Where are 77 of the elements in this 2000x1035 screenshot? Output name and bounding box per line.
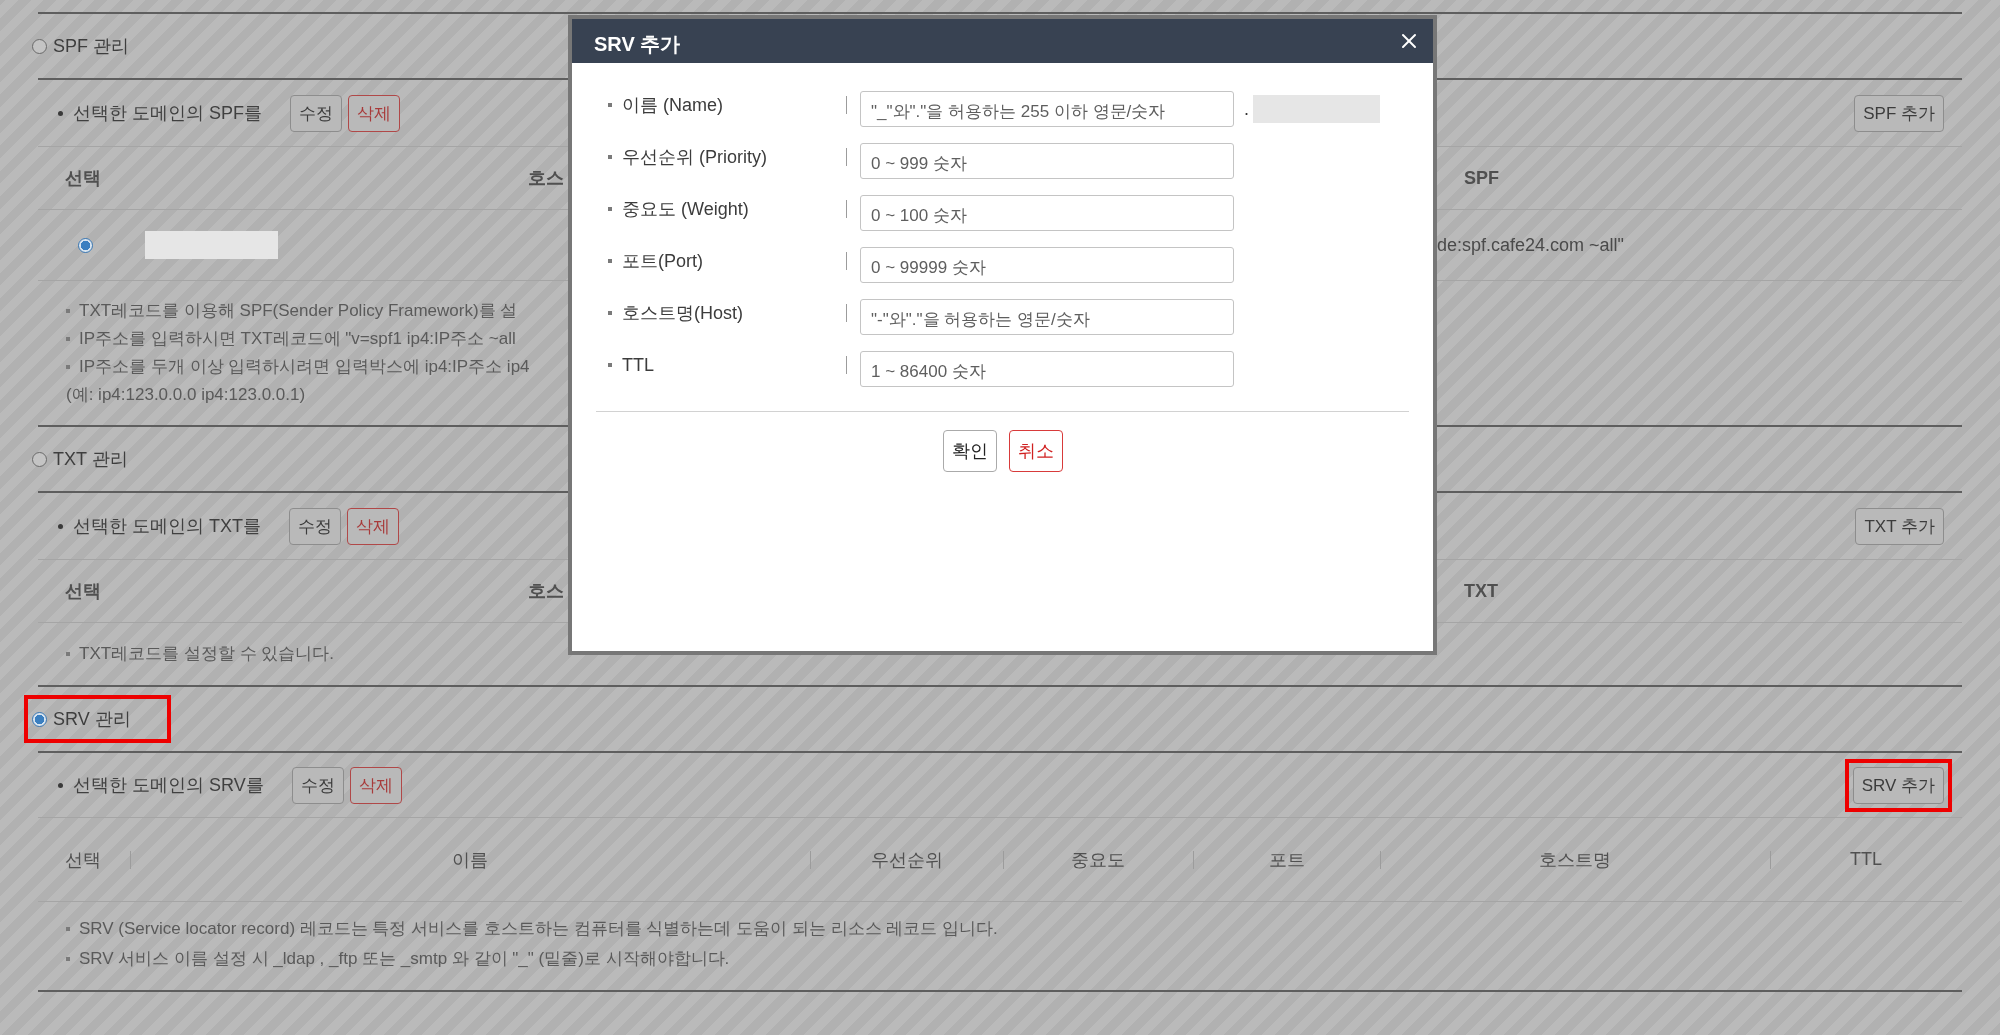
column-header: TTL	[1850, 849, 1882, 870]
add-button[interactable]: SRV 추가	[1852, 766, 1944, 804]
column-header: 선택	[64, 167, 101, 190]
input-field[interactable]: 0 ~ 100 숫자	[860, 195, 1234, 231]
column-header: 호스	[527, 580, 564, 603]
toolbar-caption: 선택한 도메인의 SRV를	[73, 774, 264, 797]
note-text: TXT레코드를 이용해 SPF(Sender Policy Framework)를 설	[79, 300, 518, 322]
bullet-icon	[608, 311, 612, 315]
edit-button[interactable]: 수정	[289, 507, 341, 545]
edit-button[interactable]: 수정	[291, 766, 344, 804]
field-label: 호스트명(Host)	[622, 302, 743, 325]
bullet-icon	[608, 207, 612, 211]
label-divider	[846, 356, 847, 374]
column-header: SPF	[1463, 167, 1499, 189]
bullet-icon	[58, 110, 63, 116]
column-header: 호스	[527, 167, 564, 190]
section-title: SRV 관리	[53, 708, 131, 731]
column-header: 선택	[64, 580, 101, 603]
delete-button[interactable]: 삭제	[349, 766, 402, 804]
input-field[interactable]: 0 ~ 99999 숫자	[860, 247, 1234, 283]
bullet-icon	[66, 652, 70, 656]
input-field[interactable]: 1 ~ 86400 숫자	[860, 351, 1234, 387]
label-divider	[846, 96, 847, 114]
input-field[interactable]: "_"와"."을 허용하는 255 이하 영문/숫자	[860, 91, 1234, 127]
note-text: (예: ip4:123.0.0.0 ip4:123.0.0.1)	[66, 384, 306, 406]
bullet-icon	[66, 365, 70, 369]
toolbar-caption: 선택한 도메인의 TXT를	[73, 515, 261, 538]
bullet-icon	[66, 957, 70, 961]
cancel-button[interactable]: 취소	[1008, 430, 1063, 472]
column-header: TXT	[1463, 580, 1498, 602]
note-text: IP주소를 입력하시면 TXT레코드에 "v=spf1 ip4:IP주소 ~all	[79, 328, 516, 350]
radio-button[interactable]	[32, 451, 47, 467]
field-label: 포트(Port)	[622, 250, 703, 273]
column-header: 이름	[452, 848, 488, 872]
column-header: 포트	[1268, 848, 1305, 872]
column-header: 중요도	[1071, 848, 1125, 872]
table-cell-text: de:spf.cafe24.com ~all"	[1437, 234, 1625, 256]
bullet-icon	[608, 155, 612, 159]
section-title: SPF 관리	[53, 35, 129, 58]
radio-button[interactable]	[32, 38, 47, 54]
delete-button[interactable]: 삭제	[348, 94, 400, 132]
input-field[interactable]: "-"와"."을 허용하는 영문/숫자	[860, 299, 1234, 335]
note-text: TXT레코드를 설정할 수 있습니다.	[79, 643, 334, 665]
radio-button[interactable]	[32, 711, 47, 727]
column-header: 선택	[64, 848, 101, 872]
column-header: 호스트명	[1539, 848, 1611, 872]
label-divider	[846, 304, 847, 322]
bullet-icon	[608, 103, 612, 107]
note-text: IP주소를 두개 이상 입력하시려면 입력박스에 ip4:IP주소 ip4	[79, 356, 530, 378]
bullet-icon	[58, 782, 63, 788]
note-text: SRV (Service locator record) 레코드는 특정 서비스를 호스트하는 컴퓨터를 식별하는데 도움이 되는 리소스 레코드 입니다.	[79, 918, 998, 940]
label-divider	[846, 252, 847, 270]
label-divider	[846, 200, 847, 218]
bullet-icon	[66, 337, 70, 341]
delete-button[interactable]: 삭제	[347, 507, 399, 545]
field-label: 이름 (Name)	[622, 94, 723, 117]
bullet-icon	[608, 363, 612, 367]
field-label: 중요도 (Weight)	[622, 198, 749, 221]
note-text: SRV 서비스 이름 설정 시 _ldap , _ftp 또는 _smtp 와 같이 "_" (밑줄)로 시작해야합니다.	[79, 948, 730, 970]
field-label: TTL	[622, 354, 654, 376]
bullet-icon	[58, 523, 63, 529]
confirm-button[interactable]: 확인	[942, 430, 997, 472]
add-button[interactable]: TXT 추가	[1855, 507, 1944, 545]
bullet-icon	[66, 309, 70, 313]
bullet-icon	[66, 927, 70, 931]
add-button[interactable]: SPF 추가	[1854, 94, 1944, 132]
field-label: 우선순위 (Priority)	[622, 146, 767, 169]
input-field[interactable]: 0 ~ 999 숫자	[860, 143, 1234, 179]
column-header: 우선순위	[870, 848, 943, 872]
dialog-title: SRV 추가	[594, 31, 681, 57]
section-title: TXT 관리	[53, 448, 128, 471]
domain-separator: .	[1244, 98, 1249, 120]
radio-button[interactable]	[78, 237, 93, 253]
edit-button[interactable]: 수정	[290, 94, 342, 132]
bullet-icon	[608, 259, 612, 263]
toolbar-caption: 선택한 도메인의 SPF를	[73, 102, 262, 125]
label-divider	[846, 148, 847, 166]
